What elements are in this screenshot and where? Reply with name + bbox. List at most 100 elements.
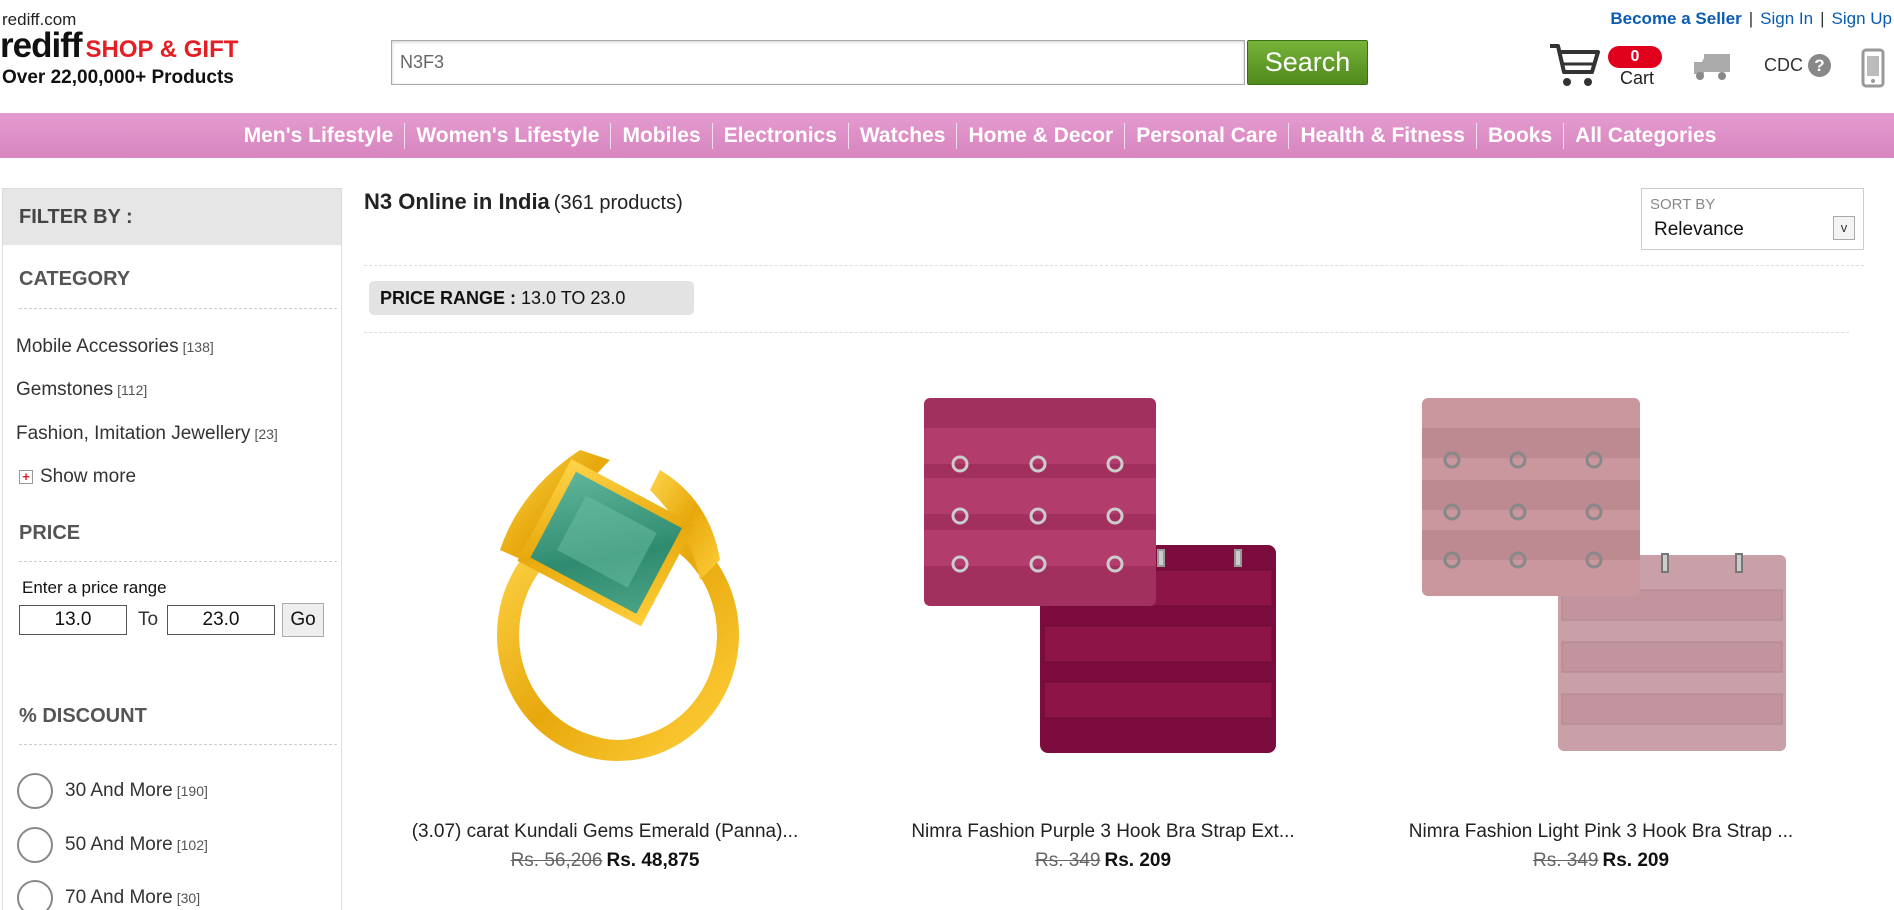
category-count: [23] (254, 426, 278, 442)
old-price: Rs. 349 (1034, 850, 1101, 871)
discount-count: [30] (176, 890, 201, 906)
price-max-input[interactable] (167, 605, 275, 635)
nav-mobiles[interactable]: Mobiles (611, 122, 713, 149)
product-card[interactable]: Nimra Fashion Light Pink 3 Hook Bra Stra… (1366, 380, 1836, 900)
price-go-button[interactable]: Go (282, 603, 324, 637)
discount-text: 70 And More (65, 887, 173, 908)
sign-up-link[interactable]: Sign Up (1832, 9, 1892, 28)
discount-label: 70 And More [30] (65, 887, 200, 909)
nav-electronics[interactable]: Electronics (713, 122, 849, 149)
discount-count: [102] (176, 837, 208, 853)
divider (19, 561, 337, 562)
active-price-filter[interactable]: PRICE RANGE : 13.0 TO 23.0 (369, 281, 694, 315)
price-title: PRICE (19, 522, 81, 544)
price-chip-label: PRICE RANGE : (380, 288, 517, 308)
divider (364, 265, 1864, 266)
cart-label[interactable]: Cart (1620, 68, 1654, 89)
truck-icon[interactable] (1692, 50, 1732, 82)
cart-count-badge[interactable]: 0 (1608, 46, 1662, 68)
sale-price: Rs. 209 (1104, 850, 1172, 871)
discount-label: 50 And More [102] (65, 834, 208, 856)
category-nav-items: Men's Lifestyle Women's Lifestyle Mobile… (233, 122, 1728, 149)
divider (19, 744, 337, 745)
category-item[interactable]: Fashion, Imitation Jewellery [23] (16, 423, 278, 445)
nav-watches[interactable]: Watches (849, 122, 958, 149)
category-count: [112] (117, 382, 148, 398)
sign-in-link[interactable]: Sign In (1760, 9, 1813, 28)
header: rediff.com rediff SHOP & GIFT Over 22,00,… (0, 0, 1894, 113)
category-title: CATEGORY (19, 268, 131, 290)
nav-personal-care[interactable]: Personal Care (1125, 122, 1290, 149)
category-label: Mobile Accessories (16, 336, 179, 357)
product-image[interactable] (370, 380, 840, 790)
nav-books[interactable]: Books (1477, 122, 1565, 149)
product-card[interactable]: (3.07) carat Kundali Gems Emerald (Panna… (370, 380, 840, 900)
product-image[interactable] (868, 380, 1338, 790)
product-prices: Rs. 349 Rs. 209 (1366, 850, 1836, 872)
cdc-label[interactable]: CDC (1764, 55, 1803, 76)
discount-label: 30 And More [190] (65, 780, 208, 802)
logo-sub: SHOP & GIFT (85, 36, 239, 63)
become-seller-link[interactable]: Become a Seller (1610, 9, 1741, 28)
radio-button[interactable] (17, 773, 53, 809)
category-count: [138] (182, 339, 214, 355)
nav-all-categories[interactable]: All Categories (1564, 123, 1727, 149)
category-label: Gemstones (16, 379, 114, 400)
sort-dropdown[interactable]: SORT BY Relevance v (1641, 188, 1864, 250)
sale-price: Rs. 48,875 (606, 850, 700, 871)
discount-text: 30 And More (65, 780, 173, 801)
old-price: Rs. 56,206 (510, 850, 603, 871)
phone-icon[interactable] (1860, 48, 1886, 88)
category-nav: Men's Lifestyle Women's Lifestyle Mobile… (0, 113, 1894, 158)
price-chip-value: 13.0 TO 23.0 (521, 288, 626, 308)
price-range-hint: Enter a price range (22, 578, 167, 597)
product-card[interactable]: Nimra Fashion Purple 3 Hook Bra Strap Ex… (868, 380, 1338, 900)
nav-health-fitness[interactable]: Health & Fitness (1289, 122, 1477, 149)
product-name[interactable]: Nimra Fashion Light Pink 3 Hook Bra Stra… (1366, 821, 1836, 843)
sale-price: Rs. 209 (1602, 850, 1670, 871)
plus-icon: + (19, 470, 33, 484)
discount-text: 50 And More (65, 834, 173, 855)
radio-button[interactable] (17, 827, 53, 863)
link-separator: | (1820, 9, 1825, 28)
link-separator: | (1748, 9, 1754, 28)
category-item[interactable]: Gemstones [112] (16, 379, 147, 401)
results-heading: N3 Online in India (364, 189, 550, 214)
divider (364, 332, 1849, 333)
filter-sidebar: FILTER BY : CATEGORY Mobile Accessories[… (2, 188, 342, 910)
sort-label: SORT BY (1650, 196, 1716, 213)
search-button[interactable]: Search (1247, 40, 1368, 85)
results-count: (361 products) (553, 192, 683, 214)
show-more-link[interactable]: + Show more (19, 466, 136, 488)
chevron-down-icon[interactable]: v (1833, 216, 1855, 240)
nav-mens-lifestyle[interactable]: Men's Lifestyle (233, 122, 406, 149)
category-item[interactable]: Mobile Accessories [138] (16, 336, 214, 358)
discount-title: % DISCOUNT (19, 705, 147, 727)
filter-title: FILTER BY : (3, 188, 341, 245)
tagline: Over 22,00,000+ Products (2, 67, 234, 88)
product-image[interactable] (1366, 380, 1836, 790)
sort-value: Relevance (1654, 219, 1744, 240)
results-title: N3 Online in India (361 products) (364, 189, 683, 215)
price-min-input[interactable] (19, 605, 127, 635)
discount-option[interactable]: 70 And More [30] (17, 880, 200, 910)
radio-button[interactable] (17, 880, 53, 910)
nav-womens-lifestyle[interactable]: Women's Lifestyle (405, 122, 612, 149)
discount-option[interactable]: 30 And More [190] (17, 773, 208, 809)
product-prices: Rs. 56,206 Rs. 48,875 (370, 850, 840, 872)
old-price: Rs. 349 (1532, 850, 1599, 871)
discount-option[interactable]: 50 And More [102] (17, 827, 208, 863)
cart-icon[interactable] (1548, 42, 1600, 88)
product-name[interactable]: (3.07) carat Kundali Gems Emerald (Panna… (370, 821, 840, 843)
nav-home-decor[interactable]: Home & Decor (957, 122, 1126, 149)
price-to-label: To (138, 609, 159, 630)
logo-main: rediff (0, 26, 82, 65)
site-logo[interactable]: rediff SHOP & GIFT (0, 26, 238, 66)
product-prices: Rs. 349 Rs. 209 (868, 850, 1338, 872)
divider (19, 308, 337, 309)
search-input[interactable] (391, 40, 1245, 85)
account-links: Become a Seller | Sign In | Sign Up (1610, 9, 1892, 29)
discount-count: [190] (176, 783, 208, 799)
help-icon[interactable]: ? (1808, 54, 1831, 77)
product-name[interactable]: Nimra Fashion Purple 3 Hook Bra Strap Ex… (868, 821, 1338, 843)
